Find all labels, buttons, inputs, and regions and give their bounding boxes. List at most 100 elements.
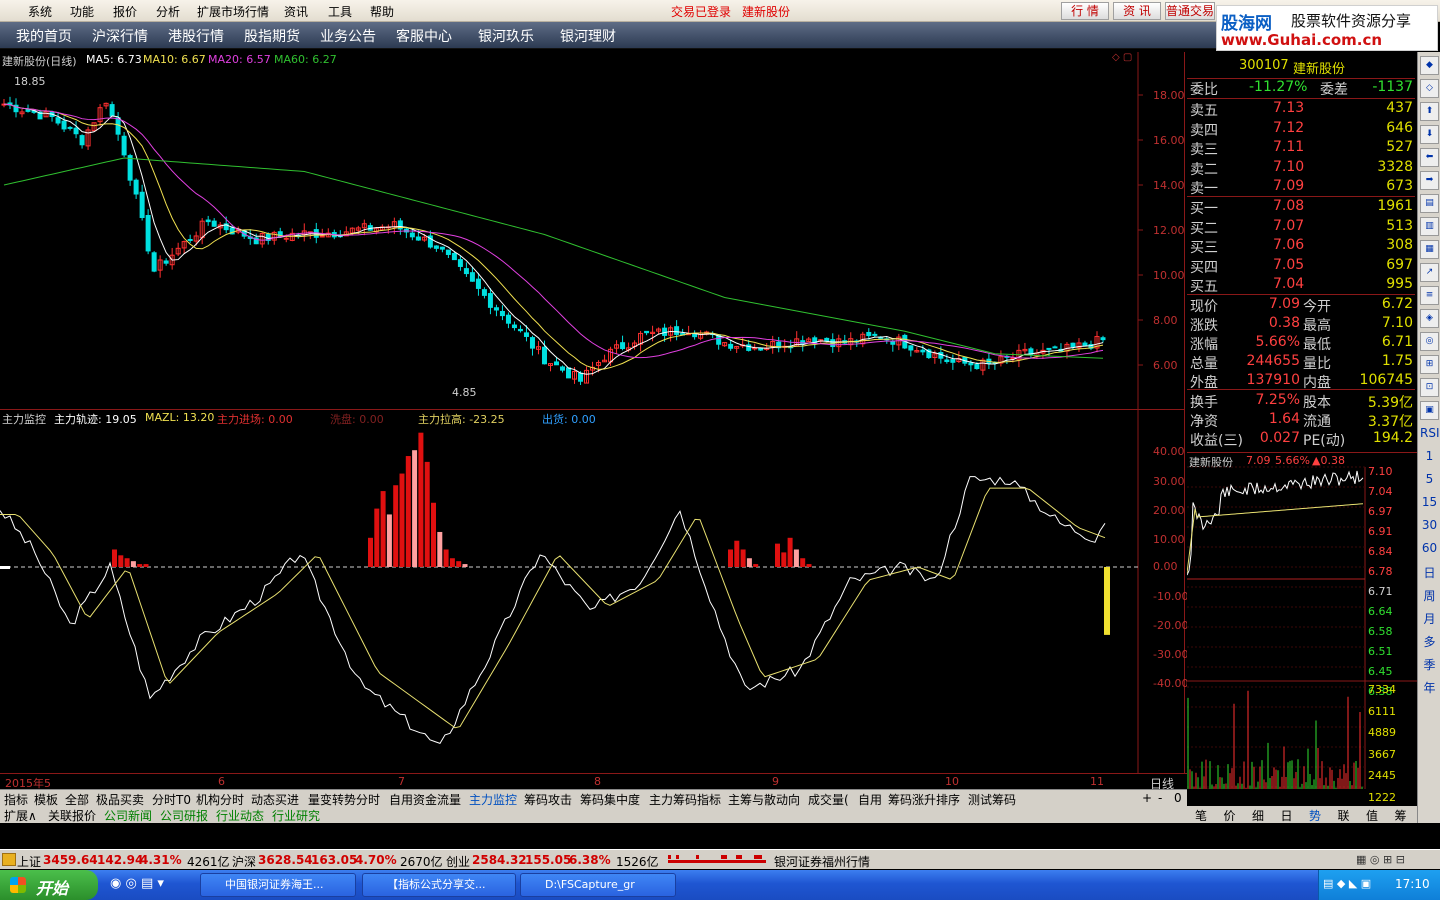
system-tray: ▤ ◆ ◣ ▣ 17:10 <box>1318 870 1440 900</box>
high-price-label: 18.85 <box>14 75 46 88</box>
menu-function[interactable]: 功能 <box>70 3 94 20</box>
info-tab[interactable]: 扩展∧ <box>4 807 37 824</box>
info-tab[interactable]: 公司研报 <box>160 807 208 824</box>
quote-button[interactable]: 行 情 <box>1061 2 1109 20</box>
toolbar-period-5[interactable]: 60 <box>1420 541 1439 555</box>
quote-view-tab[interactable]: 细 <box>1252 807 1264 824</box>
broker-label: 银河证券福州行情 <box>774 855 871 869</box>
tab-ctrl-button[interactable]: + <box>1142 791 1152 805</box>
tab-ctrl-button[interactable]: 0 <box>1174 791 1182 805</box>
toolbar-tool-icon[interactable]: ⬅ <box>1420 148 1439 167</box>
toolbar-period-3[interactable]: 15 <box>1420 495 1439 509</box>
buy-level-row[interactable]: 买五 7.04 995 <box>1187 276 1415 295</box>
sell-level-row[interactable]: 卖五 7.13 437 <box>1187 100 1415 119</box>
tray-icons[interactable]: ▤ ◆ ◣ ▣ <box>1323 877 1371 890</box>
buy-level-row[interactable]: 买一 7.08 1961 <box>1187 198 1415 217</box>
toolbar-tool-icon[interactable]: ▤ <box>1420 194 1439 213</box>
pull-label: 主力拉高: -23.25 <box>418 413 505 426</box>
quote-view-tab[interactable]: 日 <box>1281 807 1293 824</box>
toolbar-tool-icon[interactable]: ◇ <box>1420 79 1439 98</box>
task-fscapture[interactable]: D:\FSCapture_gr <box>520 873 676 897</box>
sell-level-row[interactable]: 卖一 7.09 673 <box>1187 178 1415 197</box>
info-tab[interactable]: 公司新闻 <box>104 807 152 824</box>
mazl-label: MAZL: 13.20 <box>145 411 215 424</box>
info-tab[interactable]: 行业研究 <box>272 807 320 824</box>
toolbar-tool-icon[interactable]: ⬆ <box>1420 102 1439 121</box>
toolbar-tool-icon[interactable]: ◆ <box>1420 56 1439 75</box>
quote-view-tab[interactable]: 价 <box>1224 807 1236 824</box>
toolbar-tool-icon[interactable]: ⊞ <box>1420 355 1439 374</box>
kline-panel[interactable]: 建新股份(日线) MA5: 6.73 MA10: 6.67 MA20: 6.57… <box>0 52 1185 409</box>
menu-system[interactable]: 系统 <box>28 3 52 20</box>
kline-y-tick: 16.00 <box>1153 134 1185 147</box>
tab-ctrl-button[interactable]: - <box>1158 791 1162 805</box>
toolbar-period-11[interactable]: 年 <box>1420 679 1439 696</box>
quote-view-tab[interactable]: 值 <box>1366 807 1378 824</box>
toolbar-period-7[interactable]: 周 <box>1420 587 1439 604</box>
nav-sh-sz[interactable]: 沪深行情 <box>92 26 148 46</box>
toolbar-tool-icon[interactable]: ↗ <box>1420 263 1439 282</box>
menu-analysis[interactable]: 分析 <box>156 3 180 20</box>
nav-service[interactable]: 客服中心 <box>396 26 452 46</box>
menu-extended-market[interactable]: 扩展市场行情 <box>197 3 269 20</box>
task-yinhe[interactable]: 中国银河证券海王... <box>200 873 356 897</box>
buy-level-row[interactable]: 买三 7.06 308 <box>1187 237 1415 256</box>
info-tab[interactable]: 关联报价 <box>48 807 96 824</box>
info-tab[interactable]: 行业动态 <box>216 807 264 824</box>
quick-launch-icons[interactable]: ◉ ◎ ▤ ▾ <box>110 876 164 891</box>
sell-level-row[interactable]: 卖四 7.12 646 <box>1187 120 1415 139</box>
status-tools-icon[interactable]: ▦ ◎ ⊞ ⊟ <box>1356 853 1405 866</box>
toolbar-period-2[interactable]: 5 <box>1420 472 1439 486</box>
quote-view-tab[interactable]: 筹 <box>1395 807 1407 824</box>
sell-level-row[interactable]: 卖二 7.10 3328 <box>1187 159 1415 178</box>
nav-hk[interactable]: 港股行情 <box>168 26 224 46</box>
panel-toggle-icon[interactable]: ◇ ▢ <box>1112 52 1132 63</box>
menu-news[interactable]: 资讯 <box>284 3 308 20</box>
buy-level-row[interactable]: 买二 7.07 513 <box>1187 218 1415 237</box>
toolbar-period-9[interactable]: 多 <box>1420 633 1439 650</box>
toolbar-tool-icon[interactable]: ⬇ <box>1420 125 1439 144</box>
nav-home[interactable]: 我的首页 <box>16 26 72 46</box>
guhai-logo: 股海网 股票软件资源分享 www.Guhai.com.cn <box>1216 5 1438 51</box>
indicator-chart[interactable] <box>0 410 1185 773</box>
toolbar-tool-icon[interactable]: ≡ <box>1420 286 1439 305</box>
toolbar-period-4[interactable]: 30 <box>1420 518 1439 532</box>
ind-y-tick: 30.00 <box>1153 475 1185 488</box>
sell-level-row[interactable]: 卖三 7.11 527 <box>1187 139 1415 158</box>
buy-level-row[interactable]: 买四 7.05 697 <box>1187 257 1415 276</box>
nav-futures[interactable]: 股指期货 <box>244 26 300 46</box>
toolbar-tool-icon[interactable]: ◈ <box>1420 309 1439 328</box>
toolbar-tool-icon[interactable]: ⊡ <box>1420 378 1439 397</box>
normal-trade-button[interactable]: 普通交易 <box>1165 2 1215 20</box>
start-button[interactable]: 开始 <box>0 870 98 900</box>
menu-tools[interactable]: 工具 <box>328 3 352 20</box>
toolbar-period-1[interactable]: 1 <box>1420 449 1439 463</box>
news-button[interactable]: 资 讯 <box>1113 2 1161 20</box>
quote-view-tab[interactable]: 势 <box>1309 807 1321 824</box>
wash-label: 洗盘: 0.00 <box>330 413 384 426</box>
kline-title: 建新股份(日线) <box>2 55 77 68</box>
nav-yinhe-music[interactable]: 银河玖乐 <box>478 26 534 46</box>
toolbar-tool-icon[interactable]: ▦ <box>1420 240 1439 259</box>
date-label: 7 <box>398 775 405 788</box>
toolbar-tool-icon[interactable]: ◎ <box>1420 332 1439 351</box>
menu-quote[interactable]: 报价 <box>113 3 137 20</box>
toolbar-period-0[interactable]: RSI <box>1420 426 1440 440</box>
menu-help[interactable]: 帮助 <box>370 3 394 20</box>
intraday-panel[interactable]: 建新股份 7.09 5.66% ▲0.38 7.10 7.04 6.97 6.91 6.… <box>1187 452 1417 804</box>
quote-view-tab[interactable]: 笔 <box>1195 807 1207 824</box>
task-formula[interactable]: 【指标公式分享交... <box>362 873 516 897</box>
kline-chart[interactable] <box>0 52 1185 409</box>
toolbar-tool-icon[interactable]: ▥ <box>1420 217 1439 236</box>
mini-price-tick: 6.84 <box>1368 545 1393 558</box>
nav-finance[interactable]: 银河理财 <box>560 26 616 46</box>
nav-announcement[interactable]: 业务公告 <box>320 26 376 46</box>
toolbar-tool-icon[interactable]: ▣ <box>1420 401 1439 420</box>
toolbar-tool-icon[interactable]: ➡ <box>1420 171 1439 190</box>
date-label: 6 <box>218 775 225 788</box>
toolbar-period-10[interactable]: 季 <box>1420 656 1439 673</box>
quote-view-tab[interactable]: 联 <box>1338 807 1350 824</box>
indicator-panel[interactable]: 主力监控 主力轨迹: 19.05 MAZL: 13.20 主力进场: 0.00 … <box>0 410 1188 773</box>
toolbar-period-8[interactable]: 月 <box>1420 610 1439 627</box>
toolbar-period-6[interactable]: 日 <box>1420 564 1439 581</box>
